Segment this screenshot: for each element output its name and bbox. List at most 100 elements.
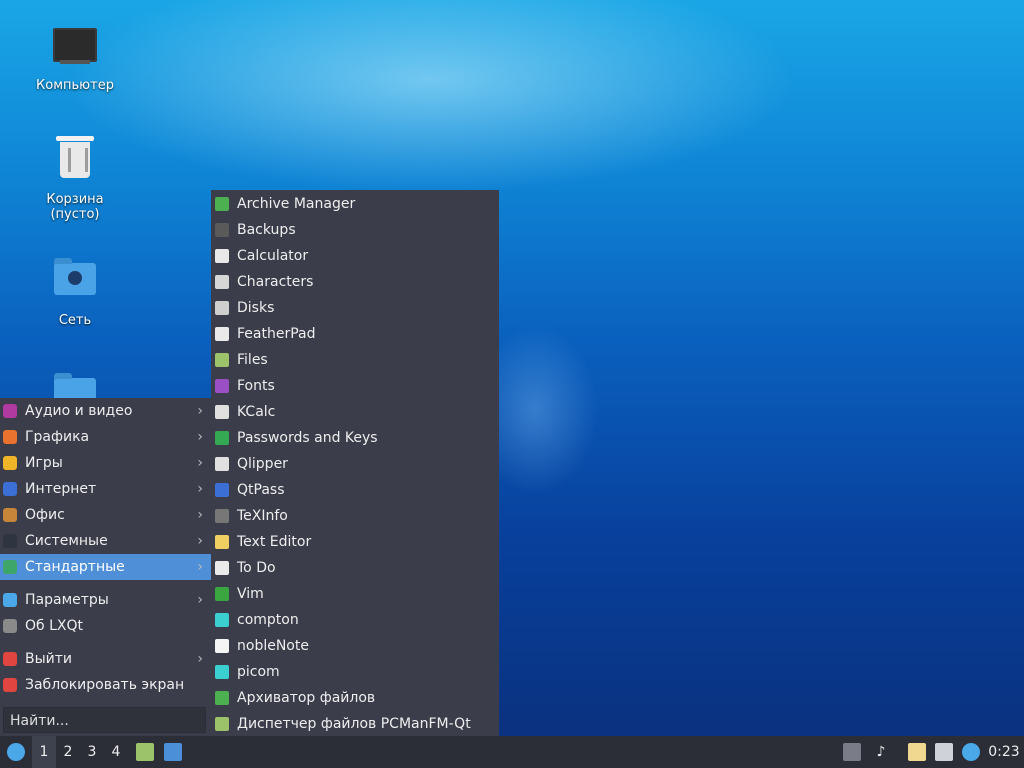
submenu-app-item[interactable]: Files: [211, 347, 499, 373]
submenu-app-item[interactable]: Vim: [211, 581, 499, 607]
qlipper-icon: [215, 457, 229, 471]
main-menu-button[interactable]: [4, 736, 28, 768]
menu-category-item-label: Аудио и видео: [25, 403, 133, 419]
desktop-icon-network[interactable]: Сеть: [20, 255, 130, 328]
submenu-app-item[interactable]: Qlipper: [211, 451, 499, 477]
power-icon: [3, 652, 17, 666]
submenu-app-item[interactable]: Calculator: [211, 243, 499, 269]
submenu-app-item[interactable]: Characters: [211, 269, 499, 295]
submenu-app-item-label: TeXInfo: [237, 508, 288, 524]
clock[interactable]: 0:23: [985, 736, 1023, 768]
chevron-right-icon: ›: [197, 429, 203, 445]
network-icon[interactable]: [935, 743, 953, 761]
menu-category-item-label: Интернет: [25, 481, 97, 497]
menu-settings-item[interactable]: Об LXQt: [0, 613, 211, 639]
desktop-icon-computer[interactable]: Компьютер: [20, 22, 130, 93]
submenu-app-item-label: picom: [237, 664, 280, 680]
application-menu: Аудио и видео › Графика › Игры › Интернет › Офис…: [0, 398, 211, 736]
menu-settings-item-label: Об LXQt: [25, 618, 84, 634]
office-icon: [3, 508, 17, 522]
clipboard-icon[interactable]: [908, 743, 926, 761]
submenu-app-item[interactable]: Диспетчер файлов PCManFM-Qt: [211, 711, 499, 737]
submenu-app-item-label: Passwords and Keys: [237, 430, 378, 446]
menu-category-item[interactable]: Офис ›: [0, 502, 211, 528]
submenu-app-item[interactable]: Архиватор файлов: [211, 685, 499, 711]
submenu-app-item[interactable]: Text Editor: [211, 529, 499, 555]
submenu-app-item-label: Архиватор файлов: [237, 690, 376, 706]
lxqt-logo-icon: [7, 743, 25, 761]
submenu-app-item-label: Files: [237, 352, 268, 368]
desktop-icon-label: Корзина (пусто): [46, 192, 104, 222]
submenu-app-item[interactable]: Disks: [211, 295, 499, 321]
noblenote-icon: [215, 639, 229, 653]
submenu-app-item[interactable]: TeXInfo: [211, 503, 499, 529]
chevron-right-icon: ›: [197, 533, 203, 549]
menu-category-item[interactable]: Системные ›: [0, 528, 211, 554]
menu-category-item[interactable]: Графика ›: [0, 424, 211, 450]
submenu-app-item-label: KCalc: [237, 404, 276, 420]
submenu-app-item[interactable]: Archive Manager: [211, 191, 499, 217]
menu-settings-item[interactable]: Параметры ›: [0, 587, 211, 613]
submenu-app-item-label: Text Editor: [237, 534, 312, 550]
chevron-right-icon: ›: [197, 651, 203, 667]
qtpass-icon: [215, 483, 229, 497]
about-icon: [3, 619, 17, 633]
submenu-app-item-label: FeatherPad: [237, 326, 316, 342]
desktop-icon-trash[interactable]: Корзина (пусто): [20, 136, 130, 222]
chevron-right-icon: ›: [197, 481, 203, 497]
menu-search-input[interactable]: Найти...: [3, 707, 206, 733]
text-editor-icon: [215, 535, 229, 549]
submenu-app-item[interactable]: FeatherPad: [211, 321, 499, 347]
file-manager-taskbar-icon[interactable]: [136, 743, 154, 761]
workspace-3-button[interactable]: 3: [80, 736, 104, 768]
submenu-app-item[interactable]: picom: [211, 659, 499, 685]
passwords-icon: [215, 431, 229, 445]
submenu-app-item[interactable]: compton: [211, 607, 499, 633]
volume-icon[interactable]: ♪: [870, 736, 892, 768]
submenu-app-item-label: Disks: [237, 300, 275, 316]
menu-session-item[interactable]: Заблокировать экран: [0, 672, 211, 698]
submenu-app-item-label: Backups: [237, 222, 296, 238]
update-notifier-icon[interactable]: [962, 743, 980, 761]
workspace-4-button[interactable]: 4: [104, 736, 128, 768]
submenu-app-item-label: To Do: [237, 560, 276, 576]
submenu-app-item[interactable]: Passwords and Keys: [211, 425, 499, 451]
menu-category-item[interactable]: Стандартные ›: [0, 554, 211, 580]
backups-icon: [215, 223, 229, 237]
system-icon: [3, 534, 17, 548]
submenu-app-item[interactable]: To Do: [211, 555, 499, 581]
submenu-app-item[interactable]: nobleNote: [211, 633, 499, 659]
submenu-app-item-label: Fonts: [237, 378, 275, 394]
submenu-app-item[interactable]: Fonts: [211, 373, 499, 399]
submenu-app-item-label: Archive Manager: [237, 196, 356, 212]
menu-category-item[interactable]: Аудио и видео ›: [0, 398, 211, 424]
picom-icon: [215, 665, 229, 679]
submenu-app-item-label: Vim: [237, 586, 264, 602]
games-icon: [3, 456, 17, 470]
disks-icon: [215, 301, 229, 315]
show-desktop-icon[interactable]: [164, 743, 182, 761]
submenu-app-item[interactable]: KCalc: [211, 399, 499, 425]
menu-category-item-label: Стандартные: [25, 559, 125, 575]
eject-icon[interactable]: [843, 743, 861, 761]
workspace-1-button[interactable]: 1: [32, 736, 56, 768]
menu-session-item[interactable]: Выйти ›: [0, 646, 211, 672]
menu-category-item-label: Игры: [25, 455, 63, 471]
menu-category-item-label: Системные: [25, 533, 108, 549]
menu-category-item[interactable]: Игры ›: [0, 450, 211, 476]
menu-category-item[interactable]: Интернет ›: [0, 476, 211, 502]
submenu-app-item[interactable]: Backups: [211, 217, 499, 243]
submenu-app-item-label: Characters: [237, 274, 314, 290]
compton-icon: [215, 613, 229, 627]
desktop-icon-label: Компьютер: [36, 78, 114, 93]
files-icon: [215, 353, 229, 367]
archiver-icon: [215, 691, 229, 705]
graphics-icon: [3, 430, 17, 444]
preferences-icon: [3, 593, 17, 607]
computer-icon: [53, 28, 97, 72]
workspace-2-button[interactable]: 2: [56, 736, 80, 768]
submenu-app-item[interactable]: QtPass: [211, 477, 499, 503]
multimedia-icon: [3, 404, 17, 418]
menu-category-item-label: Графика: [25, 429, 90, 445]
desktop-icon-label: Сеть: [58, 313, 92, 328]
